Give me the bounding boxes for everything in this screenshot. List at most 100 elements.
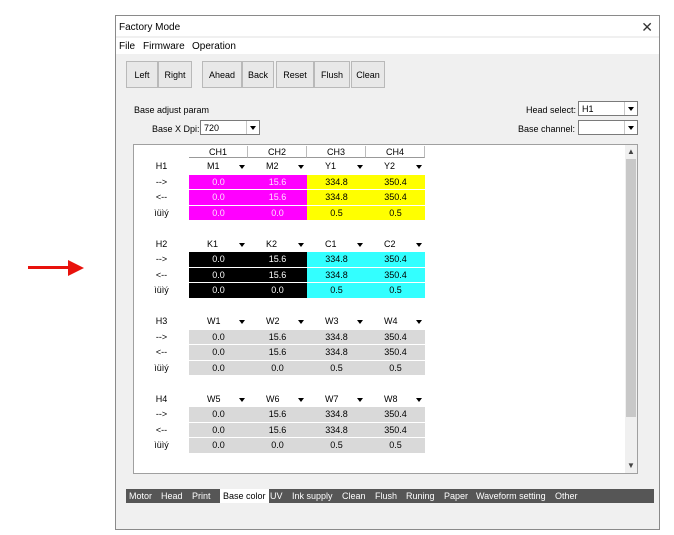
chevron-down-icon[interactable] (239, 397, 245, 402)
value-cell[interactable]: 0.0 (189, 329, 248, 344)
tab-clean[interactable]: Clean (342, 489, 366, 503)
value-cell[interactable]: 0.0 (248, 438, 307, 453)
back-button[interactable]: Back (242, 61, 274, 88)
scroll-up-icon[interactable]: ▲ (626, 146, 636, 158)
channel-select[interactable]: W3 (307, 314, 366, 329)
menu-operation[interactable]: Operation (192, 41, 236, 52)
value-cell[interactable]: 350.4 (366, 345, 425, 360)
channel-select[interactable]: M1 (189, 159, 248, 174)
scrollbar-thumb[interactable] (626, 159, 636, 417)
tab-paper[interactable]: Paper (444, 489, 468, 503)
close-icon[interactable]: ✕ (641, 19, 653, 36)
value-cell[interactable]: 350.4 (366, 407, 425, 422)
chevron-down-icon[interactable] (357, 165, 363, 169)
value-cell[interactable]: 15.6 (248, 174, 307, 189)
value-cell[interactable]: 15.6 (248, 190, 307, 205)
chevron-down-icon[interactable] (298, 397, 304, 402)
chevron-down-icon[interactable] (239, 320, 245, 324)
value-cell[interactable]: 0.0 (189, 205, 248, 220)
value-cell[interactable]: 15.6 (248, 422, 307, 437)
value-cell[interactable]: 334.8 (307, 190, 366, 205)
value-cell[interactable]: 0.0 (189, 407, 248, 422)
chevron-down-icon[interactable] (416, 397, 422, 402)
value-cell[interactable]: 334.8 (307, 329, 366, 344)
chevron-down-icon[interactable] (416, 320, 422, 324)
value-cell[interactable]: 350.4 (366, 252, 425, 267)
base-channel-dropdown[interactable] (578, 120, 638, 135)
value-cell[interactable]: 0.5 (307, 438, 366, 453)
value-cell[interactable]: 350.4 (366, 174, 425, 189)
value-cell[interactable]: 0.0 (248, 360, 307, 375)
channel-select[interactable]: K1 (189, 237, 248, 252)
value-cell[interactable]: 334.8 (307, 345, 366, 360)
channel-select[interactable]: C2 (366, 237, 425, 252)
channel-select[interactable]: Y2 (366, 159, 425, 174)
value-cell[interactable]: 0.5 (307, 360, 366, 375)
channel-select[interactable]: W7 (307, 392, 366, 407)
value-cell[interactable]: 350.4 (366, 267, 425, 282)
value-cell[interactable]: 350.4 (366, 190, 425, 205)
value-cell[interactable]: 0.0 (248, 205, 307, 220)
chevron-down-icon[interactable] (246, 121, 259, 134)
flush-button[interactable]: Flush (314, 61, 350, 88)
chevron-down-icon[interactable] (624, 102, 637, 115)
value-cell[interactable]: 15.6 (248, 329, 307, 344)
value-cell[interactable]: 0.0 (189, 252, 248, 267)
value-cell[interactable]: 15.6 (248, 252, 307, 267)
tab-uv[interactable]: UV (270, 489, 283, 503)
value-cell[interactable]: 0.0 (189, 267, 248, 282)
chevron-down-icon[interactable] (357, 320, 363, 324)
channel-select[interactable]: W8 (366, 392, 425, 407)
chevron-down-icon[interactable] (357, 242, 363, 247)
value-cell[interactable]: 334.8 (307, 422, 366, 437)
scroll-down-icon[interactable]: ▼ (626, 460, 636, 472)
value-cell[interactable]: 0.0 (189, 345, 248, 360)
value-cell[interactable]: 0.0 (189, 283, 248, 298)
value-cell[interactable]: 0.0 (189, 190, 248, 205)
value-cell[interactable]: 0.0 (189, 438, 248, 453)
value-cell[interactable]: 0.0 (189, 422, 248, 437)
chevron-down-icon[interactable] (298, 242, 304, 247)
chevron-down-icon[interactable] (239, 242, 245, 247)
chevron-down-icon[interactable] (624, 121, 637, 134)
reset-button[interactable]: Reset (276, 61, 314, 88)
channel-select[interactable]: W2 (248, 314, 307, 329)
base-x-dpi-select[interactable]: 720 (200, 120, 260, 135)
value-cell[interactable]: 334.8 (307, 267, 366, 282)
value-cell[interactable]: 15.6 (248, 407, 307, 422)
vertical-scrollbar[interactable]: ▲ ▼ (625, 145, 637, 473)
value-cell[interactable]: 0.0 (189, 174, 248, 189)
right-button[interactable]: Right (158, 61, 192, 88)
value-cell[interactable]: 350.4 (366, 329, 425, 344)
tab-other[interactable]: Other (555, 489, 578, 503)
channel-select[interactable]: W5 (189, 392, 248, 407)
chevron-down-icon[interactable] (416, 165, 422, 169)
tab-runing[interactable]: Runing (406, 489, 435, 503)
tab-flush[interactable]: Flush (375, 489, 397, 503)
value-cell[interactable]: 15.6 (248, 345, 307, 360)
tab-base-color[interactable]: Base color (220, 489, 269, 503)
menu-file[interactable]: File (119, 41, 135, 52)
value-cell[interactable]: 0.5 (307, 283, 366, 298)
channel-select[interactable]: Y1 (307, 159, 366, 174)
channel-select[interactable]: W1 (189, 314, 248, 329)
value-cell[interactable]: 0.0 (248, 283, 307, 298)
tab-waveform-setting[interactable]: Waveform setting (476, 489, 546, 503)
channel-select[interactable]: M2 (248, 159, 307, 174)
chevron-down-icon[interactable] (416, 242, 422, 247)
ahead-button[interactable]: Ahead (202, 61, 242, 88)
value-cell[interactable]: 334.8 (307, 407, 366, 422)
tab-head[interactable]: Head (161, 489, 183, 503)
tab-ink-supply[interactable]: Ink supply (292, 489, 333, 503)
head-select-dropdown[interactable]: H1 (578, 101, 638, 116)
value-cell[interactable]: 334.8 (307, 252, 366, 267)
left-button[interactable]: Left (126, 61, 158, 88)
channel-select[interactable]: K2 (248, 237, 307, 252)
tab-print[interactable]: Print (192, 489, 211, 503)
channel-select[interactable]: W6 (248, 392, 307, 407)
value-cell[interactable]: 0.5 (307, 205, 366, 220)
value-cell[interactable]: 334.8 (307, 174, 366, 189)
value-cell[interactable]: 0.5 (366, 360, 425, 375)
value-cell[interactable]: 350.4 (366, 422, 425, 437)
chevron-down-icon[interactable] (298, 165, 304, 169)
